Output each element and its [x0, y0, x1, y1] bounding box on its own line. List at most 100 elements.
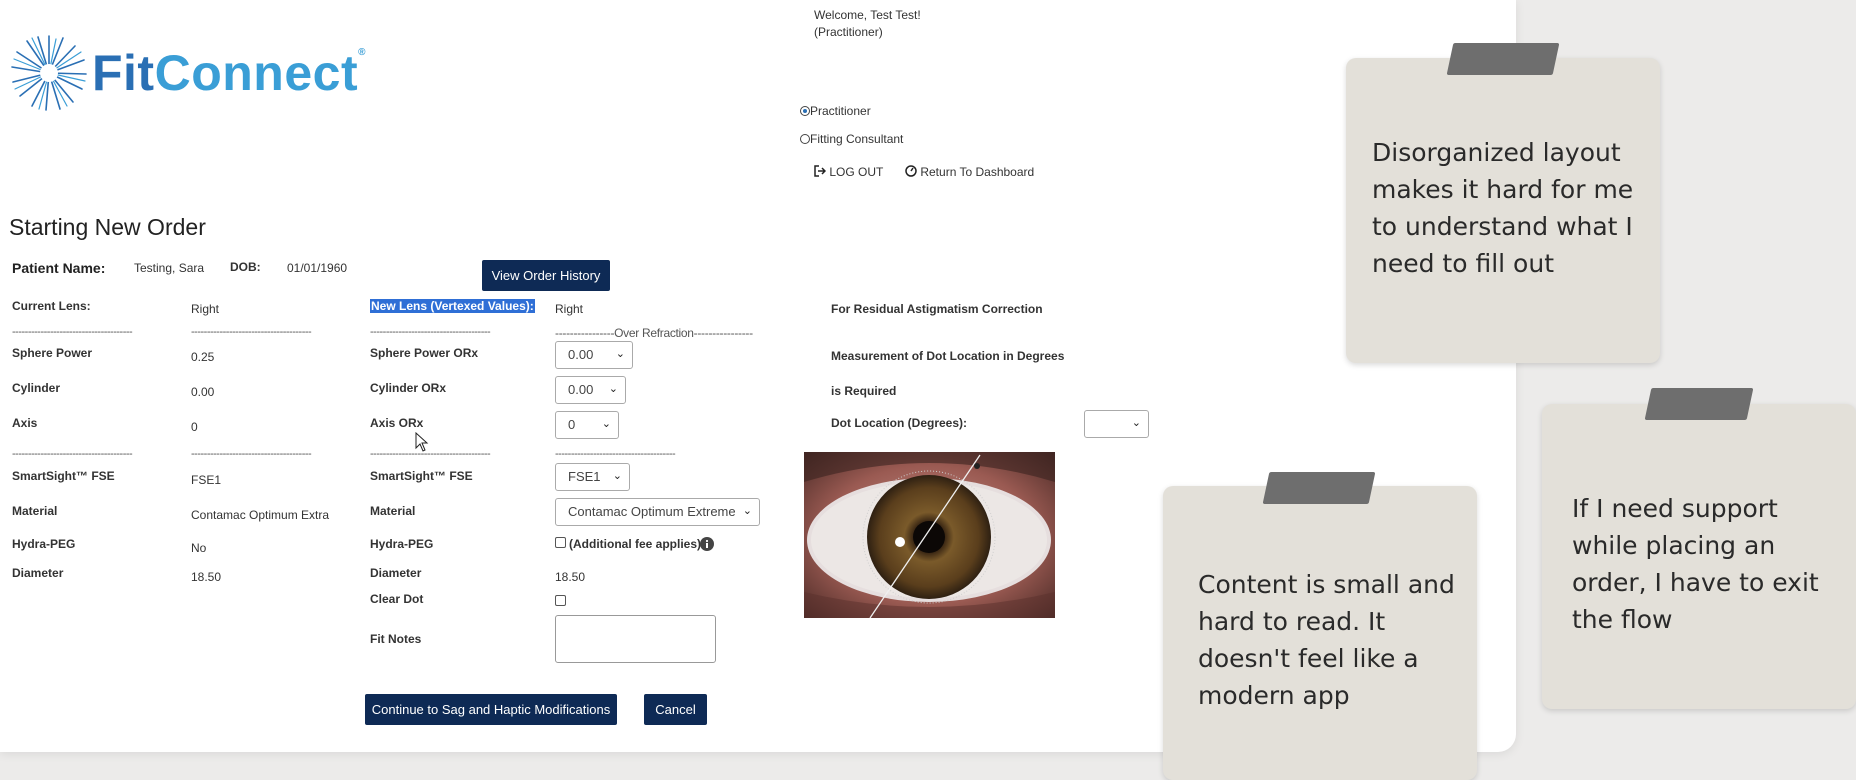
logout-icon — [814, 165, 827, 177]
new-lens-eye: Right — [555, 302, 584, 316]
page-title: Starting New Order — [9, 214, 206, 240]
current-hydra-peg-value: No — [191, 541, 207, 555]
divider: -------------------------------------- — [555, 448, 676, 460]
chevron-down-icon: ⌄ — [742, 505, 752, 517]
sticky-note-text: Disorganized layout makes it hard for me… — [1372, 138, 1634, 278]
axis-orx-select[interactable]: 0 ⌄ — [555, 411, 619, 439]
material-value: Contamac Optimum Extreme — [568, 504, 736, 519]
material-label: Material — [370, 504, 416, 518]
dob-label: DOB: — [230, 260, 261, 274]
logo-reg-mark: ® — [358, 47, 366, 58]
current-fse-label: SmartSight™ FSE — [12, 469, 115, 483]
cylinder-orx-select[interactable]: 0.00 ⌄ — [555, 376, 626, 404]
welcome-text: Welcome, Test Test! — [814, 8, 921, 22]
sticky-note-disorganized-layout: Disorganized layout makes it hard for me… — [1346, 58, 1660, 363]
tape — [1446, 43, 1560, 75]
residual-line-2: is Required — [831, 384, 897, 398]
dot-location-select[interactable]: ⌄ — [1084, 410, 1149, 438]
current-fse-value: FSE1 — [191, 473, 222, 487]
fit-notes-label: Fit Notes — [370, 632, 422, 646]
clear-dot-checkbox[interactable] — [555, 595, 566, 606]
sticky-note-text: Content is small and hard to read. It do… — [1198, 570, 1455, 710]
fse-select[interactable]: FSE1 ⌄ — [555, 463, 630, 491]
sticky-note-support: If I need support while placing an order… — [1542, 404, 1856, 709]
info-icon[interactable] — [700, 537, 714, 551]
patient-name-label: Patient Name: — [12, 260, 106, 276]
hydra-peg-label: Hydra-PEG — [370, 537, 434, 551]
current-sphere-value: 0.25 — [191, 350, 215, 364]
current-sphere-label: Sphere Power — [12, 346, 93, 360]
new-lens-heading: New Lens (Vertexed Values): — [370, 299, 535, 313]
current-cylinder-label: Cylinder — [12, 381, 61, 395]
axis-orx-label: Axis ORx — [370, 416, 424, 430]
logo-connect-text: Connect — [154, 45, 359, 101]
sticky-note-text: If I need support while placing an order… — [1572, 494, 1819, 634]
sphere-orx-select[interactable]: 0.00 ⌄ — [555, 341, 633, 369]
diameter-value: 18.50 — [555, 570, 586, 584]
clear-dot-label: Clear Dot — [370, 592, 424, 606]
current-cylinder-value: 0.00 — [191, 385, 215, 399]
cylinder-orx-label: Cylinder ORx — [370, 381, 447, 395]
role-text: (Practitioner) — [814, 25, 883, 39]
diameter-label: Diameter — [370, 566, 422, 580]
sphere-orx-value: 0.00 — [568, 347, 594, 362]
divider: -------------------------------------- — [191, 448, 312, 460]
hydra-peg-checkbox[interactable] — [555, 537, 566, 548]
current-diameter-label: Diameter — [12, 566, 64, 580]
material-select[interactable]: Contamac Optimum Extreme ⌄ — [555, 498, 760, 526]
logout-link[interactable]: LOG OUT — [814, 165, 883, 179]
fse-value: FSE1 — [568, 469, 601, 484]
residual-line-1: Measurement of Dot Location in Degrees — [831, 349, 1065, 363]
current-lens-eye: Right — [191, 302, 220, 316]
radio-unselected-icon[interactable] — [800, 134, 810, 144]
cylinder-orx-value: 0.00 — [568, 382, 594, 397]
continue-button[interactable]: Continue to Sag and Haptic Modifications — [365, 694, 617, 725]
view-order-history-button[interactable]: View Order History — [482, 260, 610, 291]
current-material-value: Contamac Optimum Extra — [191, 508, 330, 522]
residual-heading: For Residual Astigmatism Correction — [831, 302, 1043, 316]
radio-selected-icon[interactable] — [800, 106, 810, 116]
role-option-label: Fitting Consultant — [810, 132, 904, 146]
over-refraction-heading: ----------------Over Refraction---------… — [555, 326, 753, 340]
dashboard-icon — [905, 165, 917, 177]
current-lens-heading: Current Lens: — [12, 299, 91, 313]
chevron-down-icon: ⌄ — [608, 383, 618, 395]
mouse-cursor-icon — [415, 432, 429, 452]
dashboard-label: Return To Dashboard — [920, 165, 1035, 179]
return-to-dashboard-link[interactable]: Return To Dashboard — [905, 165, 1034, 179]
role-option-fitting-consultant[interactable]: Fitting Consultant — [800, 132, 903, 146]
patient-name-value: Testing, Sara — [134, 261, 205, 275]
chevron-down-icon: ⌄ — [615, 348, 625, 360]
chevron-down-icon: ⌄ — [601, 418, 611, 430]
cancel-button[interactable]: Cancel — [644, 694, 707, 725]
current-axis-value: 0 — [191, 420, 198, 434]
logout-label: LOG OUT — [829, 165, 884, 179]
tape — [1644, 388, 1754, 420]
sticky-note-small-content: Content is small and hard to read. It do… — [1163, 486, 1477, 780]
divider: -------------------------------------- — [370, 448, 491, 460]
logo: FitConnect® — [10, 34, 380, 114]
dob-value: 01/01/1960 — [287, 261, 348, 275]
eye-dot-location-image — [804, 452, 1055, 618]
role-option-practitioner[interactable]: Practitioner — [800, 104, 871, 118]
divider: -------------------------------------- — [12, 326, 133, 338]
divider: -------------------------------------- — [370, 326, 491, 338]
sunburst-logo-icon — [11, 35, 87, 111]
hydra-peg-fee-note: (Additional fee applies) — [569, 537, 702, 551]
current-axis-label: Axis — [12, 416, 38, 430]
logo-wordmark: FitConnect® — [92, 45, 366, 101]
axis-orx-value: 0 — [568, 417, 576, 432]
divider: -------------------------------------- — [12, 448, 133, 460]
current-material-label: Material — [12, 504, 58, 518]
role-option-label: Practitioner — [810, 104, 871, 118]
fit-notes-textarea[interactable] — [555, 615, 716, 663]
logo-fit-text: Fit — [92, 45, 155, 101]
tape — [1262, 472, 1376, 504]
current-diameter-value: 18.50 — [191, 570, 222, 584]
dot-location-label: Dot Location (Degrees): — [831, 416, 968, 430]
chevron-down-icon: ⌄ — [612, 470, 622, 482]
chevron-down-icon: ⌄ — [1131, 417, 1141, 429]
current-hydra-peg-label: Hydra-PEG — [12, 537, 76, 551]
divider: -------------------------------------- — [191, 326, 312, 338]
fse-label: SmartSight™ FSE — [370, 469, 473, 483]
